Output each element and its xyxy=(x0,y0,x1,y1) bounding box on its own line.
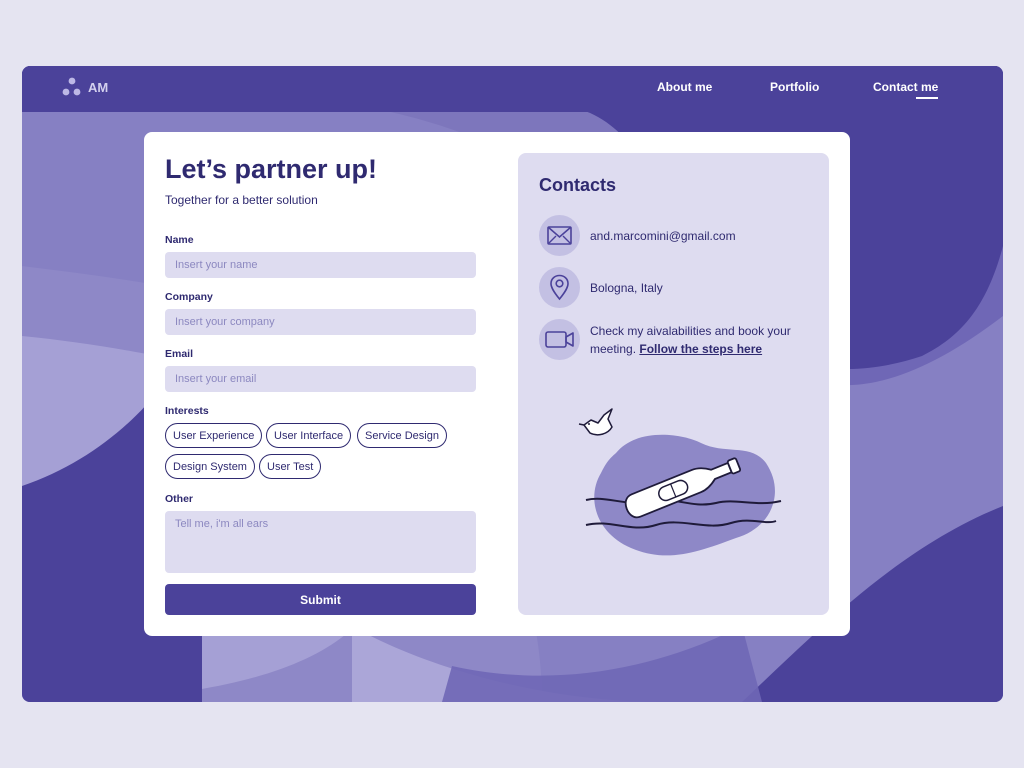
chip-user-interface[interactable]: User Interface xyxy=(266,423,352,448)
meeting-link[interactable]: Follow the steps here xyxy=(639,342,762,356)
contact-card: Let’s partner up! Together for a better … xyxy=(144,132,850,636)
chip-design-system[interactable]: Design System xyxy=(165,454,255,479)
chip-user-test[interactable]: User Test xyxy=(259,454,322,479)
interests-label: Interests xyxy=(165,405,209,417)
nav-contact-me[interactable]: Contact me xyxy=(873,80,938,94)
company-label: Company xyxy=(165,291,213,303)
chip-user-experience[interactable]: User Experience xyxy=(165,423,263,448)
other-textarea[interactable] xyxy=(165,511,476,573)
logo-text[interactable]: AM xyxy=(88,80,108,95)
page-subtitle: Together for a better solution xyxy=(165,193,318,207)
nav-about-me[interactable]: About me xyxy=(657,80,712,94)
contact-location: Bologna, Italy xyxy=(590,281,663,295)
nav-active-indicator xyxy=(916,97,938,99)
bottle-message-illustration xyxy=(578,408,782,556)
mail-icon xyxy=(539,215,580,256)
company-input[interactable] xyxy=(165,309,476,335)
submit-button[interactable]: Submit xyxy=(165,584,476,615)
contact-email[interactable]: and.marcomini@gmail.com xyxy=(590,227,736,245)
top-navbar: AM About me Portfolio Contact me xyxy=(22,66,1003,112)
contacts-title: Contacts xyxy=(539,175,617,195)
video-camera-icon xyxy=(539,319,580,360)
contacts-panel: Contacts and.marcomini@gmail.com Bologna… xyxy=(518,153,829,615)
chip-service-design[interactable]: Service Design xyxy=(357,423,447,448)
logo-dots-icon[interactable] xyxy=(62,76,82,98)
other-label: Other xyxy=(165,493,194,505)
name-label: Name xyxy=(165,234,194,246)
contact-meeting: Check my aivalabilities and book your me… xyxy=(590,322,810,358)
nav-portfolio[interactable]: Portfolio xyxy=(770,80,819,94)
email-input[interactable] xyxy=(165,366,476,392)
email-label: Email xyxy=(165,348,194,360)
page-title: Let’s partner up! xyxy=(165,154,378,184)
location-pin-icon xyxy=(539,267,580,308)
name-input[interactable] xyxy=(165,252,476,278)
